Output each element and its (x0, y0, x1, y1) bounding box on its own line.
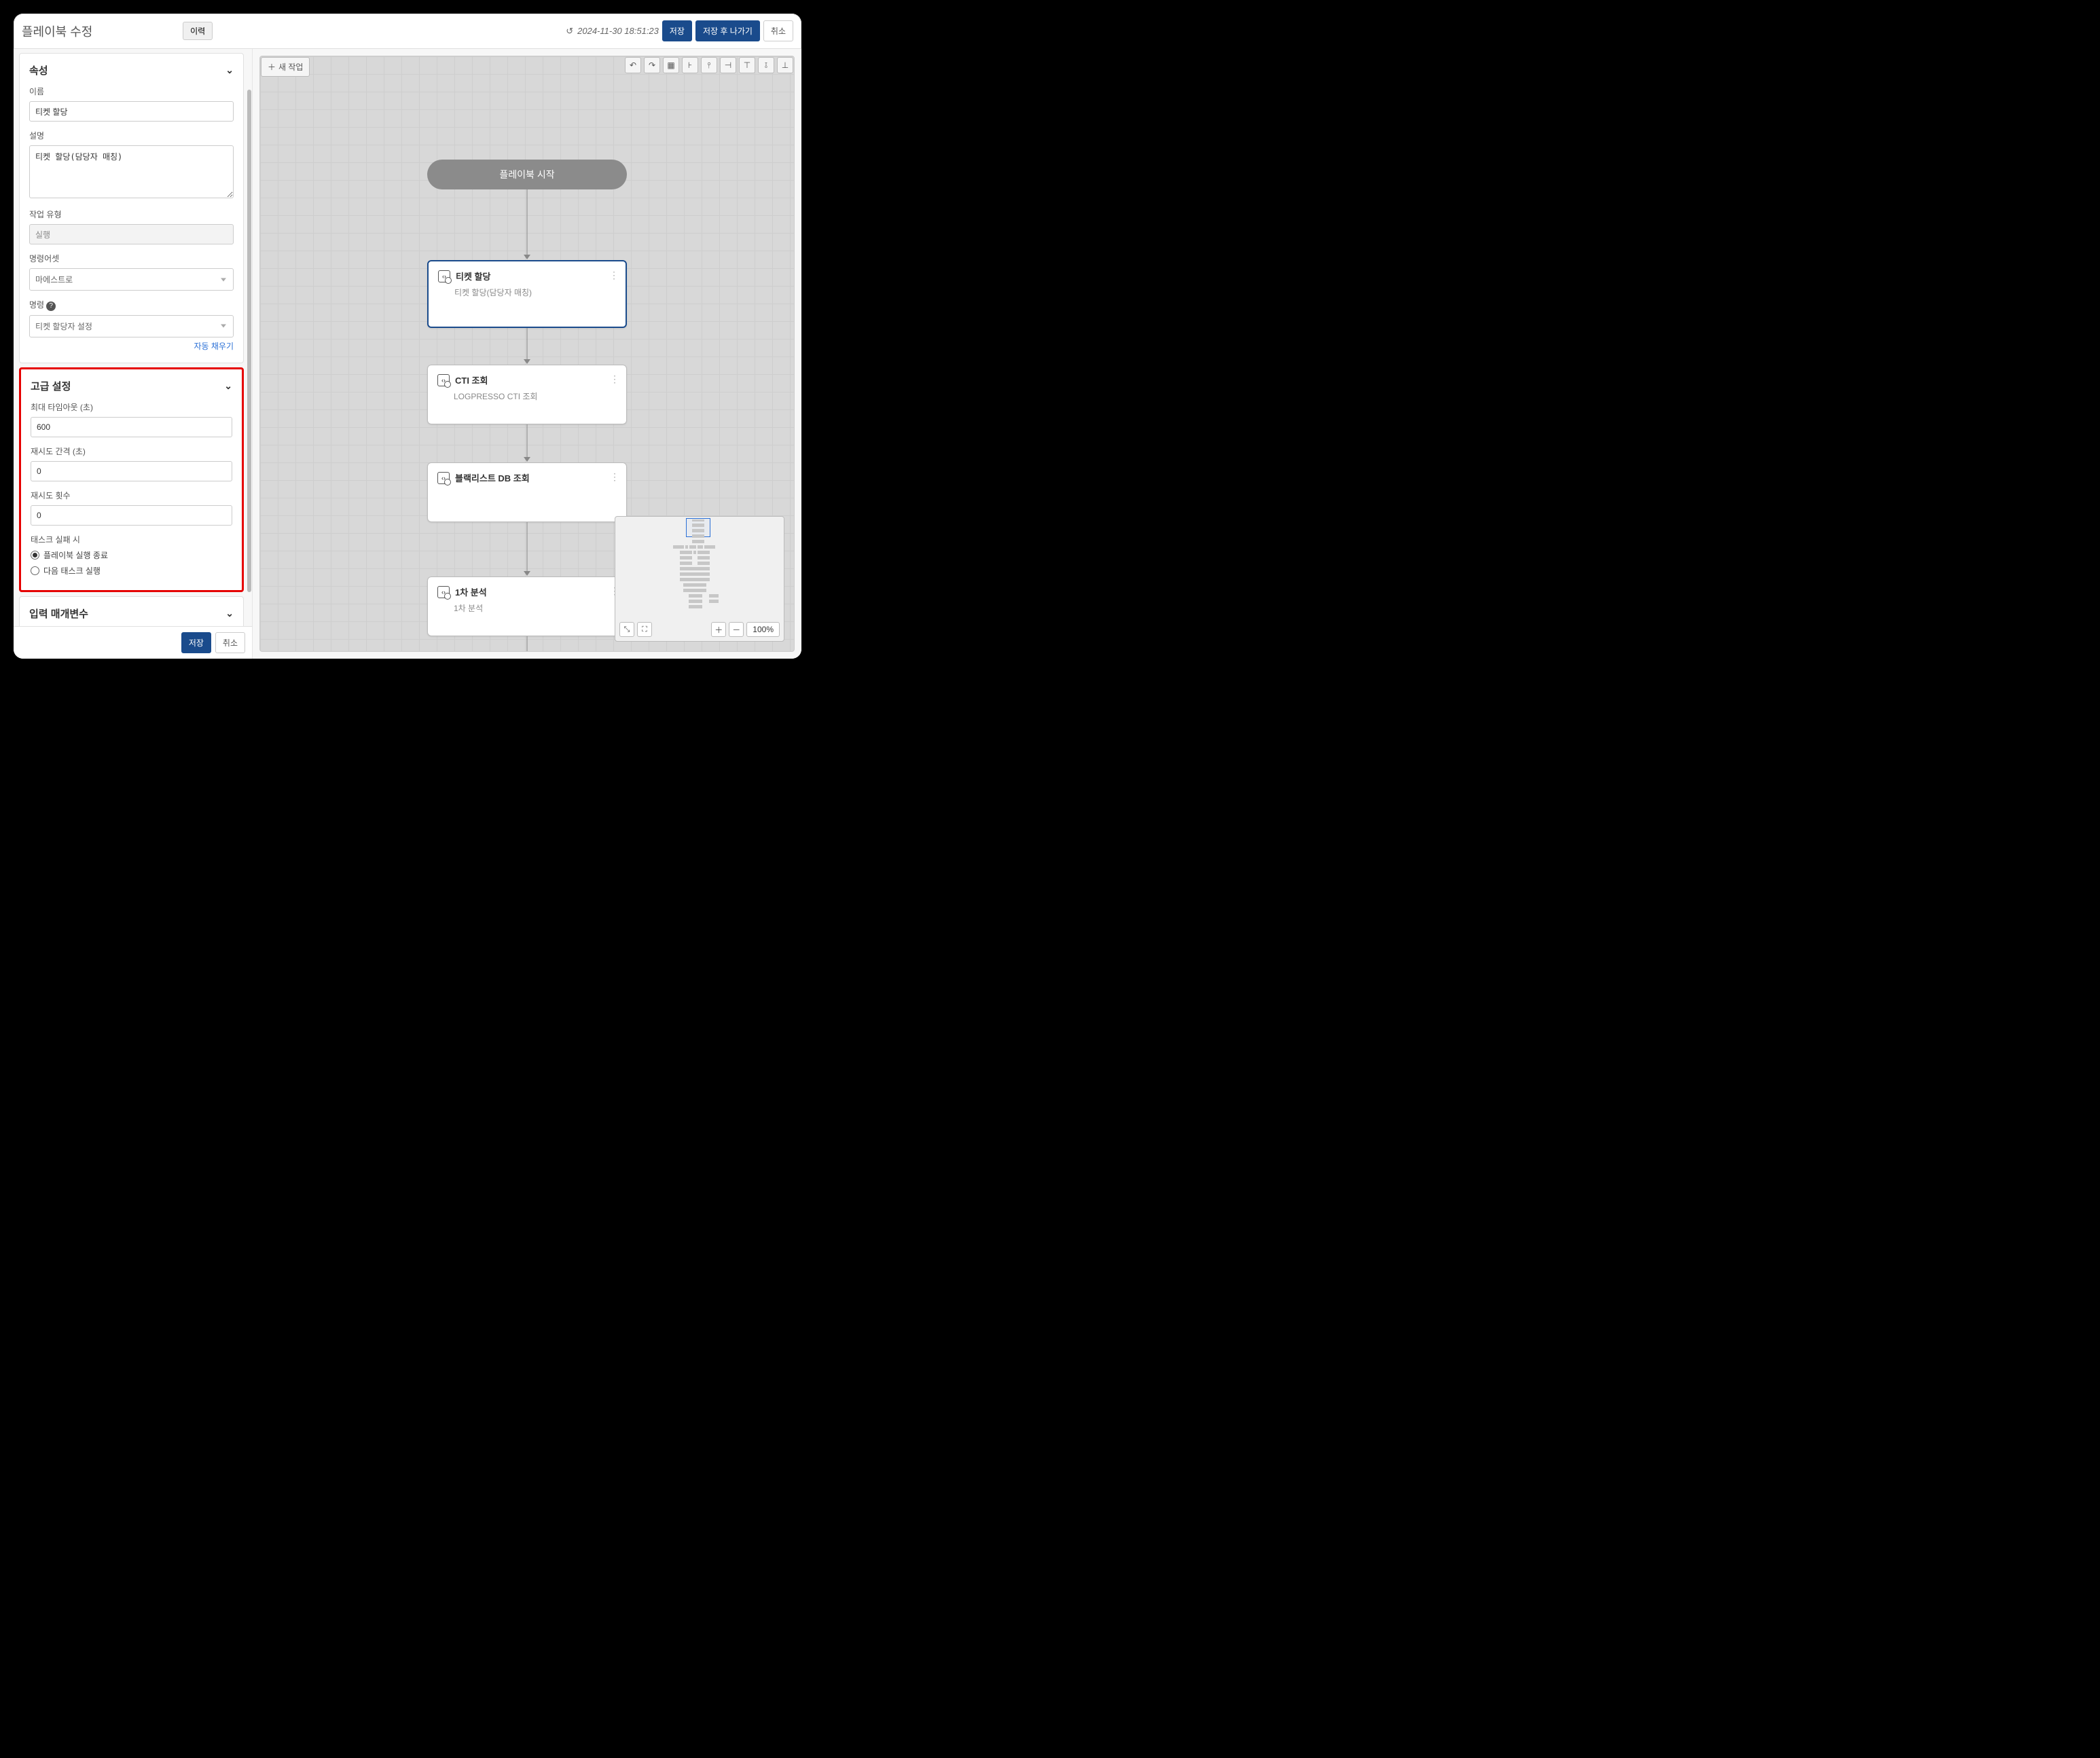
save-exit-button[interactable]: 저장 후 나가기 (695, 20, 760, 41)
sidebar-footer: 저장 취소 (14, 626, 252, 659)
cmd-label: 명령? (29, 299, 234, 311)
arrow-icon (524, 255, 530, 259)
task-type-input (29, 224, 234, 244)
align-middle-icon[interactable]: ⫱ (758, 57, 774, 73)
properties-header[interactable]: 속성 ⌄ (29, 63, 234, 77)
name-input[interactable] (29, 101, 234, 122)
cmdset-label: 명령어셋 (29, 253, 234, 264)
arrow-icon (524, 359, 530, 364)
advanced-panel: 고급 설정 ⌄ 최대 타임아웃 (초) 재시도 간격 (초) 재시도 횟수 (19, 367, 244, 592)
zoom-out-icon[interactable]: － (729, 622, 744, 637)
task-icon: ‹› (438, 270, 450, 282)
plus-icon: ＋ (268, 61, 276, 73)
canvas-grid[interactable]: 플레이북 시작 ‹›티켓 할당 티켓 할당(담당자 매칭) ⋮ ‹›CTI 조회… (259, 56, 795, 652)
page-title: 플레이북 수정 (22, 22, 92, 40)
scrollbar-thumb[interactable] (247, 90, 251, 592)
history-button[interactable]: 이력 (183, 22, 213, 40)
properties-title: 속성 (29, 63, 48, 77)
align-top-icon[interactable]: ⊤ (739, 57, 755, 73)
redo-icon[interactable]: ↷ (644, 57, 660, 73)
side-cancel-button[interactable]: 취소 (215, 632, 245, 653)
timeout-label: 최대 타임아웃 (초) (31, 401, 232, 413)
task-icon: ‹› (437, 472, 450, 484)
chevron-down-icon: ⌄ (225, 65, 234, 76)
task-type-label: 작업 유형 (29, 208, 234, 220)
on-fail-option-2[interactable]: 다음 태스크 실행 (31, 565, 232, 576)
node-menu-icon[interactable]: ⋮ (609, 270, 619, 281)
retry-interval-input[interactable] (31, 461, 232, 481)
timeout-input[interactable] (31, 417, 232, 437)
desc-textarea[interactable] (29, 145, 234, 198)
zoom-label: 100% (746, 622, 780, 637)
save-button[interactable]: 저장 (662, 20, 692, 41)
sidebar-scroll[interactable]: 속성 ⌄ 이름 설명 작업 유형 (14, 49, 252, 626)
arrow-icon (524, 457, 530, 462)
radio-icon (31, 566, 39, 575)
inputs-header[interactable]: 입력 매개변수 ⌄ (29, 606, 234, 621)
edge (527, 636, 528, 652)
inputs-panel: 입력 매개변수 ⌄ 티켓 GUID* 매개변수 ▾ 초기화 (19, 596, 244, 627)
align-right-icon[interactable]: ⊣ (720, 57, 736, 73)
grid-icon[interactable]: ▦ (663, 57, 679, 73)
help-icon[interactable]: ? (46, 301, 56, 311)
sidebar: 속성 ⌄ 이름 설명 작업 유형 (14, 49, 253, 659)
retry-interval-label: 재시도 간격 (초) (31, 445, 232, 457)
node-ticket-assign[interactable]: ‹›티켓 할당 티켓 할당(담당자 매칭) ⋮ (427, 260, 627, 328)
edge (527, 522, 528, 574)
minimap[interactable]: ⤡ ⛶ ＋ － 100% (615, 516, 784, 642)
start-node[interactable]: 플레이북 시작 (427, 160, 627, 189)
align-left-icon[interactable]: ⊦ (682, 57, 698, 73)
desc-label: 설명 (29, 130, 234, 141)
retry-count-label: 재시도 횟수 (31, 490, 232, 501)
task-icon: ‹› (437, 586, 450, 598)
retry-count-input[interactable] (31, 505, 232, 526)
autofill-link[interactable]: 자동 채우기 (194, 340, 234, 352)
timestamp-text: 2024-11-30 18:51:23 (577, 26, 659, 36)
cmdset-select[interactable]: 마에스트로 (29, 268, 234, 291)
edge (527, 424, 528, 460)
minimap-collapse-icon[interactable]: ⤡ (619, 622, 634, 637)
new-task-button[interactable]: ＋새 작업 (261, 57, 310, 77)
node-menu-icon[interactable]: ⋮ (610, 471, 619, 483)
inputs-title: 입력 매개변수 (29, 606, 88, 621)
undo-icon[interactable]: ↶ (625, 57, 641, 73)
properties-panel: 속성 ⌄ 이름 설명 작업 유형 (19, 53, 244, 363)
arrow-icon (524, 571, 530, 576)
align-bottom-icon[interactable]: ⊥ (777, 57, 793, 73)
on-fail-label: 태스크 실패 시 (31, 534, 232, 545)
canvas-area: 플레이북 시작 ‹›티켓 할당 티켓 할당(담당자 매칭) ⋮ ‹›CTI 조회… (253, 49, 801, 659)
radio-icon (31, 551, 39, 560)
chevron-down-icon: ⌄ (225, 608, 234, 619)
side-save-button[interactable]: 저장 (181, 632, 211, 653)
task-icon: ‹› (437, 374, 450, 386)
node-blacklist[interactable]: ‹›블랙리스트 DB 조회 ⋮ (427, 462, 627, 522)
cmd-select[interactable]: 티켓 할당자 설정 (29, 315, 234, 337)
timestamp: ↺ 2024-11-30 18:51:23 (566, 26, 659, 37)
align-center-icon[interactable]: ⫯ (701, 57, 717, 73)
edge (527, 189, 528, 257)
node-analysis[interactable]: ‹›1차 분석 1차 분석 ⋮ (427, 576, 627, 636)
chevron-down-icon: ⌄ (224, 380, 232, 392)
minimap-fit-icon[interactable]: ⛶ (637, 622, 652, 637)
advanced-header[interactable]: 고급 설정 ⌄ (31, 379, 232, 393)
zoom-in-icon[interactable]: ＋ (711, 622, 726, 637)
cancel-button[interactable]: 취소 (763, 20, 793, 41)
edge (527, 328, 528, 362)
name-label: 이름 (29, 86, 234, 97)
node-menu-icon[interactable]: ⋮ (610, 373, 619, 385)
history-icon: ↺ (566, 26, 573, 37)
node-cti[interactable]: ‹›CTI 조회 LOGPRESSO CTI 조회 ⋮ (427, 365, 627, 424)
advanced-title: 고급 설정 (31, 379, 71, 393)
top-bar: 플레이북 수정 이력 ↺ 2024-11-30 18:51:23 저장 저장 후… (14, 14, 801, 49)
on-fail-option-1[interactable]: 플레이북 실행 종료 (31, 549, 232, 561)
